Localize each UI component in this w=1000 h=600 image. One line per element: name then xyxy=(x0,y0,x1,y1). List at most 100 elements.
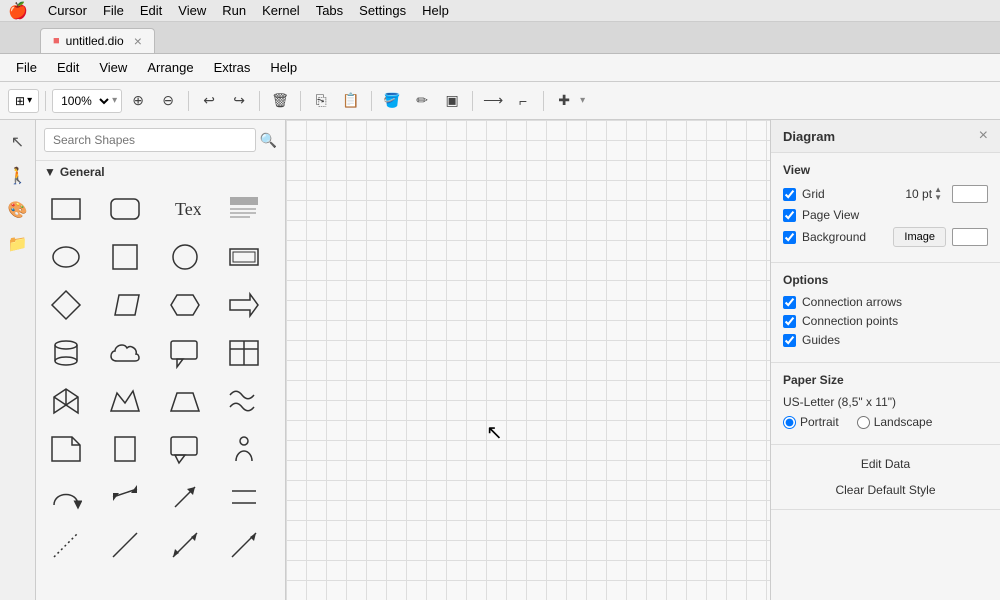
guides-checkbox[interactable] xyxy=(783,334,796,347)
shape-square[interactable] xyxy=(103,235,147,279)
tool-paint[interactable]: 🎨 xyxy=(4,196,32,224)
shape-double-arrow[interactable] xyxy=(103,475,147,519)
app-menu-extras[interactable]: Extras xyxy=(206,57,259,78)
tool-person[interactable]: 🚶 xyxy=(4,162,32,190)
shape-diagonal-arrow[interactable] xyxy=(163,475,207,519)
os-menu-help[interactable]: Help xyxy=(422,3,449,18)
tab-close-button[interactable]: × xyxy=(134,33,142,49)
app-menu-view[interactable]: View xyxy=(91,57,135,78)
edit-data-link[interactable]: Edit Data xyxy=(783,451,988,477)
undo-button[interactable]: ↩ xyxy=(195,88,223,114)
zoom-select[interactable]: 50% 75% 100% 125% 150% 200% xyxy=(53,93,112,109)
shape-dotted-line[interactable] xyxy=(44,523,88,567)
os-menu-file[interactable]: File xyxy=(103,3,124,18)
page-view-label: Page View xyxy=(802,208,859,222)
os-menubar: 🍎 Cursor File Edit View Run Kernel Tabs … xyxy=(0,0,1000,22)
shape-comment[interactable] xyxy=(163,427,207,471)
portrait-radio[interactable] xyxy=(783,416,796,429)
separator-7 xyxy=(543,91,544,111)
connection-points-checkbox[interactable] xyxy=(783,315,796,328)
os-menu-kernel[interactable]: Kernel xyxy=(262,3,300,18)
guides-label: Guides xyxy=(802,333,840,347)
panel-title: Diagram xyxy=(783,129,835,144)
insert-button[interactable]: ✚ xyxy=(550,88,578,114)
grid-down-arrow[interactable]: ▼ xyxy=(934,194,942,202)
line-button[interactable]: ✏ xyxy=(408,88,436,114)
shape-curve-arrow[interactable] xyxy=(44,475,88,519)
shape-cube[interactable] xyxy=(44,379,88,423)
page-view-checkbox[interactable] xyxy=(783,209,796,222)
app-menu-help[interactable]: Help xyxy=(262,57,305,78)
delete-button[interactable]: 🗑 xyxy=(266,88,294,114)
background-color[interactable] xyxy=(952,228,988,246)
shape-person[interactable] xyxy=(222,427,266,471)
tab-untitled-dio[interactable]: ■ untitled.dio × xyxy=(40,28,155,53)
shape-wave[interactable] xyxy=(222,379,266,423)
shape-ellipse[interactable] xyxy=(44,235,88,279)
page-view-row: Page View xyxy=(783,208,988,222)
os-menu-run[interactable]: Run xyxy=(222,3,246,18)
shape-trapezoid[interactable] xyxy=(163,379,207,423)
panel-close-button[interactable]: × xyxy=(979,128,988,144)
copy-button[interactable]: ⎘ xyxy=(307,88,335,114)
shape-bidirectional-arrow[interactable] xyxy=(163,523,207,567)
connector-button[interactable]: ⟶ xyxy=(479,88,507,114)
tool-pointer[interactable]: ↖ xyxy=(4,128,32,156)
shape-arrow-right[interactable] xyxy=(222,283,266,327)
background-label: Background xyxy=(802,230,887,244)
shape-circle[interactable] xyxy=(163,235,207,279)
os-menu-cursor[interactable]: Cursor xyxy=(48,3,87,18)
zoom-out-button[interactable]: ⊖ xyxy=(154,88,182,114)
shape-cylinder[interactable] xyxy=(44,331,88,375)
os-menu-settings[interactable]: Settings xyxy=(359,3,406,18)
shape-line[interactable] xyxy=(103,523,147,567)
zoom-in-button[interactable]: ⊕ xyxy=(124,88,152,114)
shape-cross-lines[interactable] xyxy=(222,475,266,519)
shape-folded-page[interactable] xyxy=(44,427,88,471)
search-icon[interactable]: 🔍 xyxy=(260,132,277,149)
cursor: ↖ xyxy=(486,420,503,445)
paste-button[interactable]: 📋 xyxy=(337,88,365,114)
shape-table[interactable] xyxy=(222,331,266,375)
canvas-area[interactable]: ↖ xyxy=(286,120,770,600)
waypoint-button[interactable]: ⌐ xyxy=(509,88,537,114)
app-menu-arrange[interactable]: Arrange xyxy=(139,57,201,78)
shape-rectangle[interactable] xyxy=(44,187,88,231)
shape-callout[interactable] xyxy=(163,331,207,375)
image-button[interactable]: Image xyxy=(893,227,946,247)
connection-points-label: Connection points xyxy=(802,314,898,328)
search-bar: 🔍 xyxy=(36,120,285,161)
redo-button[interactable]: ↪ xyxy=(225,88,253,114)
shape-double-border[interactable] xyxy=(222,235,266,279)
background-checkbox[interactable] xyxy=(783,231,796,244)
os-menu-view[interactable]: View xyxy=(178,3,206,18)
general-category[interactable]: ▼ General xyxy=(36,161,285,183)
connection-arrows-checkbox[interactable] xyxy=(783,296,796,309)
grid-color[interactable] xyxy=(952,185,988,203)
app-menubar: File Edit View Arrange Extras Help xyxy=(0,54,1000,82)
view-toggle-button[interactable]: ⊞ ▾ xyxy=(8,89,39,113)
tool-folder[interactable]: 📁 xyxy=(4,230,32,258)
shadow-button[interactable]: ▣ xyxy=(438,88,466,114)
shape-text[interactable]: Text xyxy=(163,187,207,231)
search-input[interactable] xyxy=(44,128,256,152)
shape-cloud[interactable] xyxy=(103,331,147,375)
shape-step[interactable] xyxy=(103,379,147,423)
shape-page[interactable] xyxy=(103,427,147,471)
os-menu-edit[interactable]: Edit xyxy=(140,3,162,18)
os-menu-tabs[interactable]: Tabs xyxy=(316,3,343,18)
shape-single-arrow[interactable] xyxy=(222,523,266,567)
shape-rounded-rect[interactable] xyxy=(103,187,147,231)
shape-hexagon[interactable] xyxy=(163,283,207,327)
app-menu-file[interactable]: File xyxy=(8,57,45,78)
fill-button[interactable]: 🪣 xyxy=(378,88,406,114)
shape-parallelogram[interactable] xyxy=(103,283,147,327)
clear-default-style-link[interactable]: Clear Default Style xyxy=(783,477,988,503)
shape-heading[interactable] xyxy=(222,187,266,231)
grid-checkbox[interactable] xyxy=(783,188,796,201)
app-menu-edit[interactable]: Edit xyxy=(49,57,87,78)
landscape-radio[interactable] xyxy=(857,416,870,429)
connection-arrows-row: Connection arrows xyxy=(783,295,988,309)
zoom-control[interactable]: 50% 75% 100% 125% 150% 200% ▾ xyxy=(52,89,122,113)
shape-diamond[interactable] xyxy=(44,283,88,327)
